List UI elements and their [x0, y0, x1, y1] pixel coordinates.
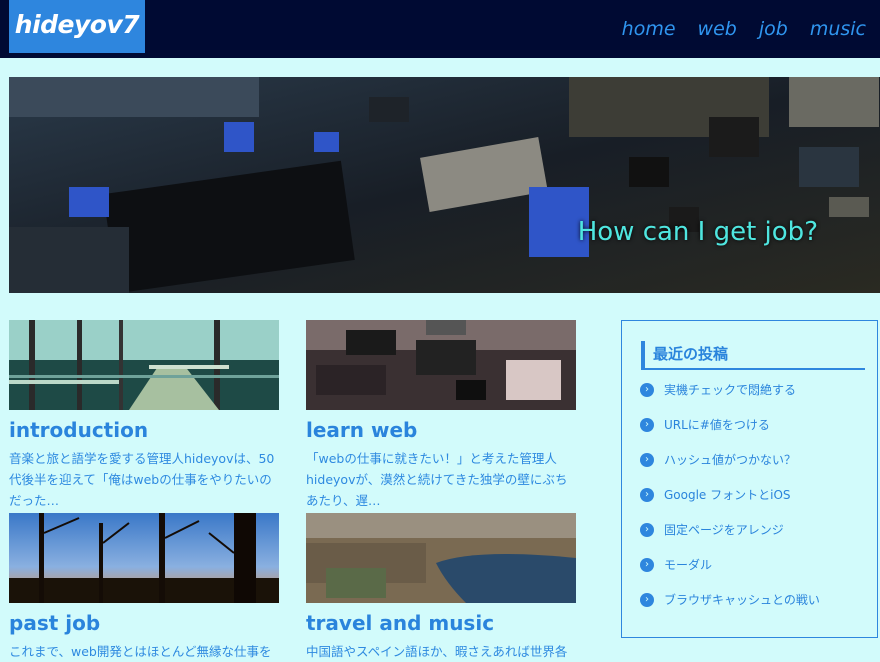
chevron-right-icon: ›: [640, 418, 654, 432]
chevron-right-icon: ›: [640, 453, 654, 467]
recent-posts-list: › 実機チェックで悶絶する › URLに#値をつける › ハッシュ値がつかない？ › G…: [640, 381, 820, 626]
card-title[interactable]: introduction: [9, 418, 281, 442]
chevron-right-icon: ›: [640, 558, 654, 572]
card-excerpt: これまで、web開発とはほとんど無縁な仕事を: [9, 644, 272, 659]
site-header: hideyov7 home web job music: [0, 0, 880, 58]
recent-post-item[interactable]: › Google フォントとiOS: [640, 486, 820, 521]
nav-web[interactable]: web: [698, 18, 737, 40]
recent-posts-title: 最近の投稿: [641, 341, 865, 370]
nav-job[interactable]: job: [759, 18, 788, 40]
card-excerpt: 中国語やスペイン語ほか、暇さえあれば世界各: [306, 644, 568, 659]
circuit-board-image[interactable]: [306, 320, 576, 410]
main-nav: home web job music: [622, 0, 866, 58]
coastal-aerial-image[interactable]: [306, 513, 576, 603]
card-excerpt: 「webの仕事に就きたい！」と考えた管理人hideyovが、漠然と続けてきた独学…: [306, 451, 568, 508]
post-card-introduction[interactable]: introduction 音楽と旅と語学を愛する管理人hideyovは、50代後…: [9, 320, 281, 511]
recent-post-item[interactable]: › モーダル: [640, 556, 820, 591]
chevron-right-icon: ›: [640, 523, 654, 537]
post-card-past-job[interactable]: past job これまで、web開発とはほとんど無縁な仕事を: [9, 513, 281, 662]
card-excerpt: 音楽と旅と語学を愛する管理人hideyovは、50代後半を迎えて「俺はwebの仕…: [9, 451, 275, 508]
recent-post-item[interactable]: › 実機チェックで悶絶する: [640, 381, 820, 416]
nav-music[interactable]: music: [810, 18, 866, 40]
card-title[interactable]: past job: [9, 611, 281, 635]
site-logo[interactable]: hideyov7: [9, 0, 145, 53]
nav-home[interactable]: home: [622, 18, 676, 40]
hero-caption: How can I get job?: [577, 217, 818, 247]
recent-post-item[interactable]: › ブラウザキャッシュとの戦い: [640, 591, 820, 626]
post-card-learn-web[interactable]: learn web 「webの仕事に就きたい！」と考えた管理人hideyovが、…: [306, 320, 578, 511]
sunset-trees-image[interactable]: [9, 513, 279, 603]
recent-post-item[interactable]: › URLに#値をつける: [640, 416, 820, 451]
chevron-right-icon: ›: [640, 488, 654, 502]
chevron-right-icon: ›: [640, 593, 654, 607]
forest-boardwalk-image[interactable]: [9, 320, 279, 410]
chevron-right-icon: ›: [640, 383, 654, 397]
hero-circuit-image: [9, 77, 880, 293]
hero-banner: How can I get job?: [9, 77, 880, 293]
post-card-travel-and-music[interactable]: travel and music 中国語やスペイン語ほか、暇さえあれば世界各: [306, 513, 578, 662]
card-title[interactable]: travel and music: [306, 611, 578, 635]
recent-posts-widget: 最近の投稿 › 実機チェックで悶絶する › URLに#値をつける › ハッシュ値がつか…: [621, 320, 878, 638]
recent-post-item[interactable]: › ハッシュ値がつかない？: [640, 451, 820, 486]
recent-post-item[interactable]: › 固定ページをアレンジ: [640, 521, 820, 556]
card-title[interactable]: learn web: [306, 418, 578, 442]
